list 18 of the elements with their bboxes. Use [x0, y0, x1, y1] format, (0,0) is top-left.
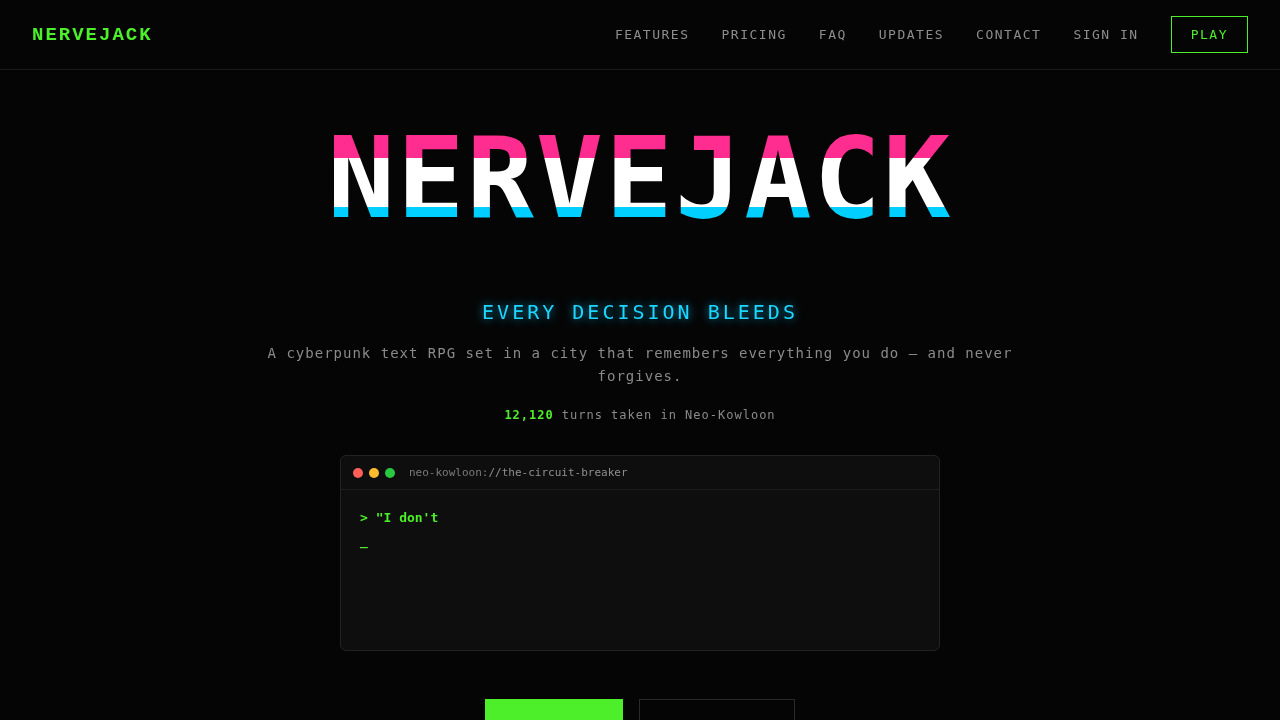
nav-link[interactable]: PRICING	[721, 27, 787, 42]
nav-link[interactable]: SIGN IN	[1073, 27, 1139, 42]
stats-label: turns taken in Neo-Kowloon	[561, 408, 776, 422]
nav-link[interactable]: FAQ	[818, 27, 847, 42]
nav-link[interactable]: UPDATES	[878, 27, 945, 42]
terminal-cursor: _	[360, 533, 369, 548]
close-dot-icon	[353, 467, 363, 478]
nav-link[interactable]: CONTACT	[976, 27, 1042, 42]
nav-link[interactable]: FEATURES	[614, 27, 690, 42]
description: A cyberpunk text RPG set in a city that remembers everything you do — and never forgives.	[266, 344, 1014, 386]
terminal-path: neo-kowloon://the-circuit-breaker	[409, 466, 628, 479]
terminal-line: > "I don't	[360, 510, 440, 525]
minimize-dot-icon	[369, 467, 379, 478]
maximize-dot-icon	[385, 467, 395, 478]
tagline: EVERY DECISION BLEEDS	[482, 300, 798, 324]
play-button[interactable]: PLAY	[1170, 16, 1248, 53]
brand-logo[interactable]: NERVEJACK	[32, 23, 153, 46]
turn-count: 12,120	[504, 408, 554, 422]
